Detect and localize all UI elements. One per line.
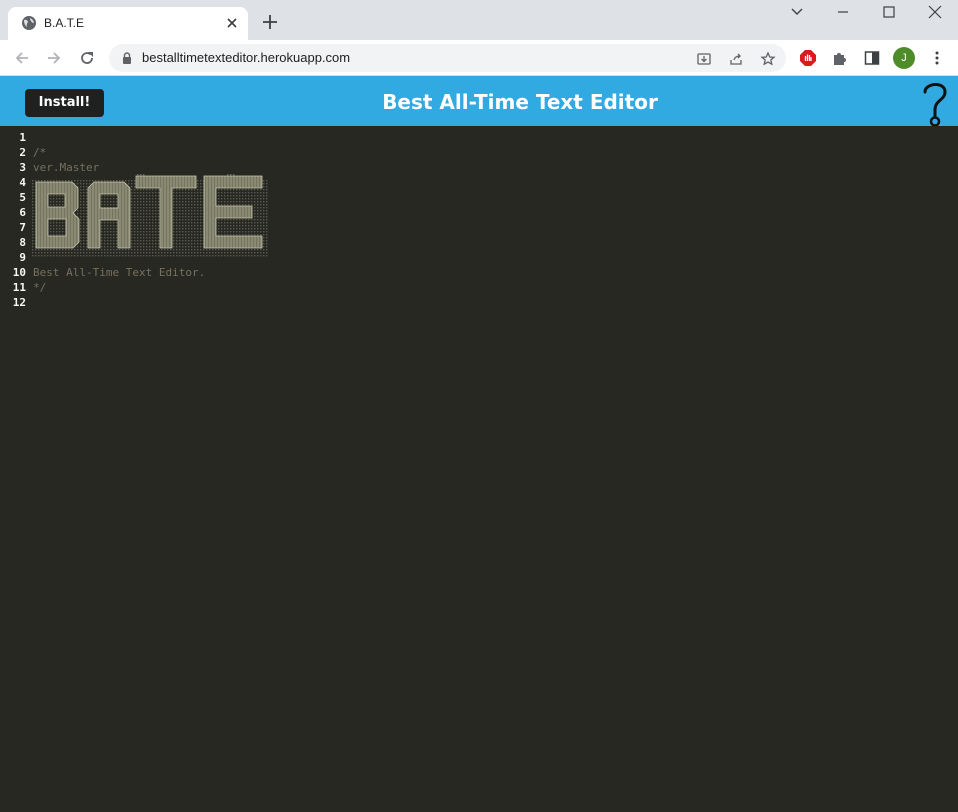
close-icon[interactable] (224, 15, 240, 31)
line-number: 10 (12, 266, 26, 279)
minimize-icon[interactable] (834, 3, 852, 21)
globe-icon (22, 16, 36, 30)
tab-strip: B.A.T.E (0, 0, 958, 40)
extension-red-icon[interactable] (799, 49, 817, 67)
code-line[interactable]: ver.Master (33, 160, 205, 175)
reload-icon[interactable] (77, 48, 97, 68)
forward-icon[interactable] (44, 48, 64, 68)
back-icon[interactable] (12, 48, 32, 68)
browser-toolbar: bestalltimetexteditor.herokuapp.com J (0, 40, 958, 76)
code-line[interactable] (33, 130, 205, 145)
line-number: 7 (19, 221, 26, 234)
star-icon[interactable] (760, 51, 776, 67)
menu-dots-icon[interactable] (928, 49, 946, 67)
code-line[interactable]: */ (33, 280, 205, 295)
lock-icon (123, 52, 131, 64)
app-header: Install! Best All-Time Text Editor (0, 76, 958, 126)
puzzle-icon[interactable] (831, 49, 849, 67)
line-number: 9 (19, 251, 26, 264)
page-title: Best All-Time Text Editor (382, 90, 658, 114)
tab-title: B.A.T.E (44, 16, 85, 30)
share-icon[interactable] (728, 51, 744, 67)
question-icon[interactable] (918, 78, 952, 126)
code-line[interactable]: /* (33, 145, 205, 160)
code-line[interactable]: Best All-Time Text Editor. (33, 265, 205, 280)
line-number: 3 (19, 161, 26, 174)
line-number: 12 (12, 296, 26, 309)
line-number: 6 (19, 206, 26, 219)
line-number: 8 (19, 236, 26, 249)
line-number: 2 (19, 146, 26, 159)
window-close-icon[interactable] (926, 3, 944, 21)
line-number: 5 (19, 191, 26, 204)
line-gutter: 1 2 3 4 5 6 7 8 9 10 11 12 (0, 130, 30, 310)
line-number: 1 (19, 131, 26, 144)
line-number: 11 (12, 281, 26, 294)
line-number: 4 (19, 176, 26, 189)
chevron-down-icon[interactable] (788, 3, 806, 21)
url-text: bestalltimetexteditor.herokuapp.com (142, 50, 351, 65)
ascii-art-logo (32, 174, 268, 258)
browser-tab[interactable]: B.A.T.E (8, 7, 248, 40)
sidepanel-icon[interactable] (863, 49, 881, 67)
install-button[interactable]: Install! (25, 89, 104, 117)
code-line[interactable] (33, 295, 205, 310)
plus-icon[interactable] (260, 12, 280, 32)
address-bar[interactable]: bestalltimetexteditor.herokuapp.com (109, 44, 786, 72)
install-app-icon[interactable] (696, 51, 712, 67)
avatar[interactable]: J (893, 47, 915, 69)
maximize-icon[interactable] (880, 3, 898, 21)
